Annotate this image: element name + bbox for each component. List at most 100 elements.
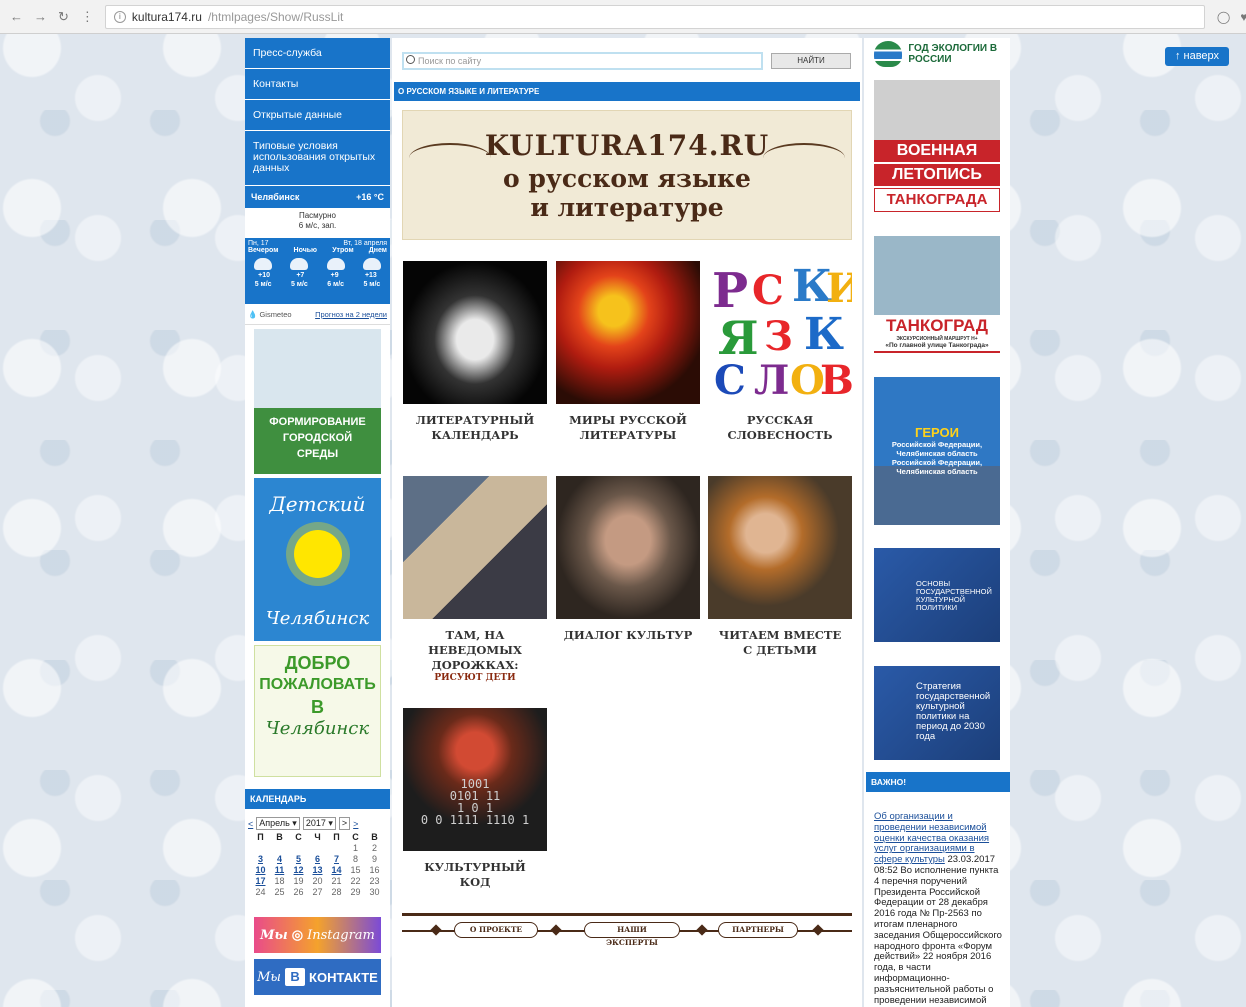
banner-heroes[interactable]: ГЕРОИ Российской Федерации, Челябинская … — [874, 377, 1000, 525]
tile-caption[interactable]: МИРЫ РУССКОЙ ЛИТЕРАТУРЫ — [556, 413, 700, 443]
banner-welcome-chelyabinsk[interactable]: ДОБРО ПОЖАЛОВАТЬ В Челябинск — [254, 645, 381, 777]
calendar-day[interactable]: 11 — [270, 865, 289, 875]
calendar-day[interactable]: 5 — [289, 854, 308, 864]
tankograd-sub: «По главной улице Танкограда» — [874, 342, 1000, 353]
welcome-line: ПОЖАЛОВАТЬ — [259, 676, 376, 693]
footer-link-partners[interactable]: ПАРТНЕРЫ — [718, 922, 798, 938]
reload-icon[interactable]: ↻ — [58, 9, 69, 25]
calendar-next-link[interactable]: > — [353, 819, 358, 829]
search-input[interactable]: Поиск по сайту — [402, 52, 763, 70]
calendar-day[interactable]: 14 — [327, 865, 346, 875]
tile-dialogue-cultures[interactable]: ДИАЛОГ КУЛЬТУР — [556, 476, 700, 643]
calendar-day: 22 — [350, 876, 361, 886]
calendar-grid: П В С Ч П С В 1 2 3 4 5 6 7 8 9 10 11 12 13 14 15 16 17 1… — [245, 832, 390, 897]
tile-worlds-literature[interactable]: МИРЫ РУССКОЙ ЛИТЕРАТУРЫ — [556, 261, 700, 443]
tile-russian-philology[interactable]: Р С К И Я З К С Л О В РУССКАЯ СЛОВЕСНОСТ… — [708, 261, 852, 443]
tile-image[interactable]: Р С К И Я З К С Л О В — [708, 261, 852, 404]
tile-image[interactable] — [708, 476, 852, 619]
weather-now-desc: Пасмурно — [298, 211, 336, 220]
url-host: kultura174.ru — [131, 9, 202, 24]
vk-banner[interactable]: Мы B КОНТАКТЕ — [254, 959, 381, 995]
calendar-day[interactable]: 7 — [327, 854, 346, 864]
banner-military-chronicle[interactable]: ВОЕННАЯ ЛЕТОПИСЬ ТАНКОГРАДА — [874, 80, 1000, 222]
calendar-day[interactable]: 17 — [251, 876, 270, 886]
tile-caption[interactable]: ЛИТЕРАТУРНЫЙ КАЛЕНДАРЬ — [403, 413, 547, 443]
gismeteo-label: Gismeteo — [259, 309, 292, 319]
forward-icon[interactable]: → — [34, 9, 47, 24]
calendar-prev-link[interactable]: < — [248, 819, 253, 829]
shield-icon[interactable]: ◯ — [1217, 10, 1230, 24]
back-icon[interactable]: ← — [10, 9, 23, 24]
banner-urban-environment[interactable]: ФОРМИРОВАНИЕ ГОРОДСКОЙ СРЕДЫ — [254, 329, 381, 474]
tile-image[interactable] — [556, 476, 700, 619]
tile-caption[interactable]: ЧИТАЕМ ВМЕСТЕ С ДЕТЬМИ — [708, 628, 852, 658]
calendar-day[interactable]: 12 — [289, 865, 308, 875]
banner-children-chelyabinsk[interactable]: Детский Челябинск — [254, 478, 381, 641]
tile-literary-calendar[interactable]: ЛИТЕРАТУРНЫЙ КАЛЕНДАРЬ — [403, 261, 547, 443]
calendar-day[interactable]: 4 — [270, 854, 289, 864]
calendar-day[interactable]: 6 — [308, 854, 327, 864]
calendar-day[interactable]: 13 — [308, 865, 327, 875]
monument-photo — [874, 236, 1000, 316]
banner-ecology-year[interactable]: ГОД ЭКОЛОГИИ В РОССИИ — [874, 40, 1004, 68]
calendar-month-select[interactable]: Апрель ▾ — [256, 817, 300, 830]
tile-image[interactable] — [403, 261, 547, 404]
calendar-day[interactable]: 3 — [251, 854, 270, 864]
footer-link-experts[interactable]: НАШИ ЭКСПЕРТЫ — [584, 922, 680, 947]
calendar-day[interactable]: 10 — [251, 865, 270, 875]
tile-image[interactable] — [556, 261, 700, 404]
forecast-time: Днем — [368, 247, 387, 254]
address-bar[interactable]: i kultura174.ru/htmlpages/Show/RussLit — [104, 4, 1205, 29]
banner-tankograd[interactable]: ТАНКОГРАД ЭКСКУРСИОННЫЙ МАРШРУТ Н+ «По г… — [874, 236, 1000, 368]
calendar-day: 18 — [274, 876, 285, 886]
instagram-banner[interactable]: Мы ◎ Instagram — [254, 917, 381, 953]
vk-icon: B — [285, 968, 306, 986]
menu-item-open-data[interactable]: Открытые данные — [245, 100, 390, 131]
footer-link-about[interactable]: О ПРОЕКТЕ — [454, 922, 538, 938]
ornament-diamond — [812, 924, 824, 936]
tile-caption[interactable]: ДИАЛОГ КУЛЬТУР — [556, 628, 700, 643]
voen-line-1: ВОЕННАЯ — [874, 140, 1000, 162]
welcome-line: В — [311, 697, 324, 717]
menu-item-terms[interactable]: Типовые условия использования открытых д… — [245, 131, 390, 186]
tile-caption[interactable]: КУЛЬТУРНЫЙ КОД — [403, 860, 547, 890]
calendar-day: 27 — [312, 887, 323, 897]
calendar-day: 1 — [352, 843, 358, 853]
tile-cultural-code[interactable]: 1001 0101 11 1 0 1 0 0 1111 1110 1 КУЛЬТ… — [403, 708, 547, 890]
scroll-top-button[interactable]: ↑ наверх — [1165, 47, 1229, 66]
menu-item-contacts[interactable]: Контакты — [245, 69, 390, 100]
banner-deti-top: Детский — [269, 492, 366, 516]
banner-culture-strategy[interactable]: Стратегия государственной культурной пол… — [874, 666, 1000, 760]
menu-item-press[interactable]: Пресс-служба — [245, 38, 390, 69]
right-sidebar: ГОД ЭКОЛОГИИ В РОССИИ ВОЕННАЯ ЛЕТОПИСЬ Т… — [864, 38, 1010, 1007]
news-text: Во исполнение пункта 4 перечня поручений… — [874, 864, 1002, 1007]
cloud-icon — [326, 258, 345, 270]
forecast-2weeks-link[interactable]: Прогноз на 2 недели — [315, 310, 387, 319]
forecast-wind: 5 м/с — [290, 281, 308, 288]
weather-city: Челябинск — [251, 192, 300, 202]
hero-banner: KULTURA174.RU о русском языке и литерату… — [402, 110, 852, 240]
heart-icon[interactable]: ♥ — [1240, 10, 1246, 24]
tile-caption[interactable]: ТАМ, НА НЕВЕДОМЫХ ДОРОЖКАХ: — [403, 628, 547, 673]
tile-image[interactable]: 1001 0101 11 1 0 1 0 0 1111 1110 1 — [403, 708, 547, 851]
cloud-sun-icon — [254, 258, 273, 270]
important-header: ВАЖНО! — [866, 772, 1010, 792]
apps-icon[interactable]: ⋮ — [81, 9, 94, 25]
tile-subcaption[interactable]: РИСУЮТ ДЕТИ — [403, 673, 547, 684]
calendar-year-select[interactable]: 2017 ▾ — [302, 817, 336, 830]
tile-children-draw[interactable]: ТАМ, НА НЕВЕДОМЫХ ДОРОЖКАХ: РИСУЮТ ДЕТИ — [403, 476, 547, 684]
code-art: 1001 0101 11 1 0 1 0 0 1111 1110 1 — [420, 777, 530, 827]
calendar-next-button[interactable]: > — [338, 817, 351, 830]
tile-image[interactable] — [403, 476, 547, 619]
tankograd-title: ТАНКОГРАД — [886, 316, 988, 335]
gismeteo-logo[interactable]: 💧 Gismeteo — [248, 310, 292, 319]
tile-read-with-children[interactable]: ЧИТАЕМ ВМЕСТЕ С ДЕТЬМИ — [708, 476, 852, 658]
browser-toolbar: ← → ↻ ⋮ i kultura174.ru/htmlpages/Show/R… — [0, 0, 1246, 34]
ornament-left — [409, 143, 491, 173]
banner-culture-policy-basics[interactable]: ОСНОВЫ ГОСУДАРСТВЕННОЙ КУЛЬТУРНОЙ ПОЛИТИ… — [874, 548, 1000, 642]
ecology-title: ГОД ЭКОЛОГИИ В РОССИИ — [908, 43, 998, 65]
tile-caption[interactable]: РУССКАЯ СЛОВЕСНОСТЬ — [708, 413, 852, 443]
search-button[interactable]: НАЙТИ — [771, 53, 851, 69]
site-info-icon[interactable]: i — [113, 10, 126, 23]
banner-deti-bottom: Челябинск — [265, 608, 370, 629]
